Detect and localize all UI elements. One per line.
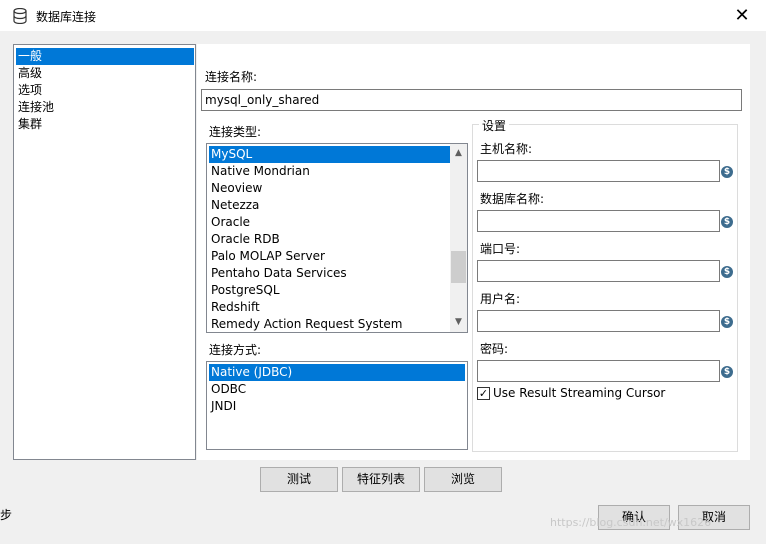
connection-type-label: 连接类型:: [209, 125, 262, 139]
list-item[interactable]: Netezza: [209, 197, 259, 214]
host-name-label: 主机名称:: [480, 142, 533, 156]
connection-type-list[interactable]: MySQL Native Mondrian Neoview Netezza Or…: [206, 143, 468, 333]
list-item[interactable]: Redshift: [209, 299, 260, 316]
list-item[interactable]: JNDI: [209, 398, 236, 415]
password-input[interactable]: [477, 360, 720, 382]
database-icon: [13, 8, 27, 24]
explore-button[interactable]: 浏览: [424, 467, 502, 492]
port-input[interactable]: [477, 260, 720, 282]
list-item[interactable]: Oracle: [209, 214, 250, 231]
connection-type-scrollbar[interactable]: ▲ ▼: [450, 144, 467, 332]
variable-icon[interactable]: $: [721, 266, 733, 278]
close-icon[interactable]: ✕: [726, 0, 758, 30]
list-item[interactable]: MySQL: [209, 146, 450, 163]
list-item[interactable]: Pentaho Data Services: [209, 265, 347, 282]
variable-icon[interactable]: $: [721, 366, 733, 378]
list-item[interactable]: Native Mondrian: [209, 163, 310, 180]
background-text-fragment: 步: [0, 508, 13, 522]
connection-name-input[interactable]: mysql_only_shared: [201, 89, 742, 111]
nav-item-advanced[interactable]: 高级: [16, 65, 194, 82]
nav-item-pooling[interactable]: 连接池: [16, 99, 194, 116]
variable-icon[interactable]: $: [721, 216, 733, 228]
scroll-up-icon[interactable]: ▲: [450, 145, 467, 162]
watermark: https://blog.csdn.net/wx1626: [550, 516, 712, 529]
host-name-input[interactable]: [477, 160, 720, 182]
nav-item-options[interactable]: 选项: [16, 82, 194, 99]
nav-item-clustering[interactable]: 集群: [16, 116, 194, 133]
database-name-input[interactable]: [477, 210, 720, 232]
password-label: 密码:: [480, 342, 509, 356]
list-item[interactable]: Native (JDBC): [209, 364, 465, 381]
access-method-list[interactable]: Native (JDBC) ODBC JNDI: [206, 361, 468, 450]
list-item[interactable]: ODBC: [209, 381, 246, 398]
port-label: 端口号:: [480, 242, 521, 256]
username-input[interactable]: [477, 310, 720, 332]
variable-icon[interactable]: $: [721, 166, 733, 178]
list-item[interactable]: Neoview: [209, 180, 262, 197]
settings-group-title: 设置: [479, 117, 510, 134]
list-item[interactable]: Palo MOLAP Server: [209, 248, 325, 265]
list-item[interactable]: Remedy Action Request System: [209, 316, 403, 332]
settings-category-list[interactable]: 一般 高级 选项 连接池 集群: [13, 44, 196, 460]
streaming-cursor-checkbox[interactable]: ✓: [477, 387, 490, 400]
access-method-label: 连接方式:: [209, 343, 262, 357]
title-bar: 数据库连接 ✕: [0, 0, 766, 32]
window-title: 数据库连接: [36, 10, 97, 24]
scroll-thumb[interactable]: [451, 251, 466, 283]
list-item[interactable]: PostgreSQL: [209, 282, 280, 299]
username-label: 用户名:: [480, 292, 521, 306]
streaming-cursor-label: Use Result Streaming Cursor: [493, 386, 666, 400]
test-button[interactable]: 测试: [260, 467, 338, 492]
nav-item-general[interactable]: 一般: [16, 48, 194, 65]
connection-name-label: 连接名称:: [205, 70, 258, 84]
variable-icon[interactable]: $: [721, 316, 733, 328]
feature-list-button[interactable]: 特征列表: [342, 467, 420, 492]
database-name-label: 数据库名称:: [480, 192, 545, 206]
scroll-down-icon[interactable]: ▼: [450, 314, 467, 331]
list-item[interactable]: Oracle RDB: [209, 231, 280, 248]
